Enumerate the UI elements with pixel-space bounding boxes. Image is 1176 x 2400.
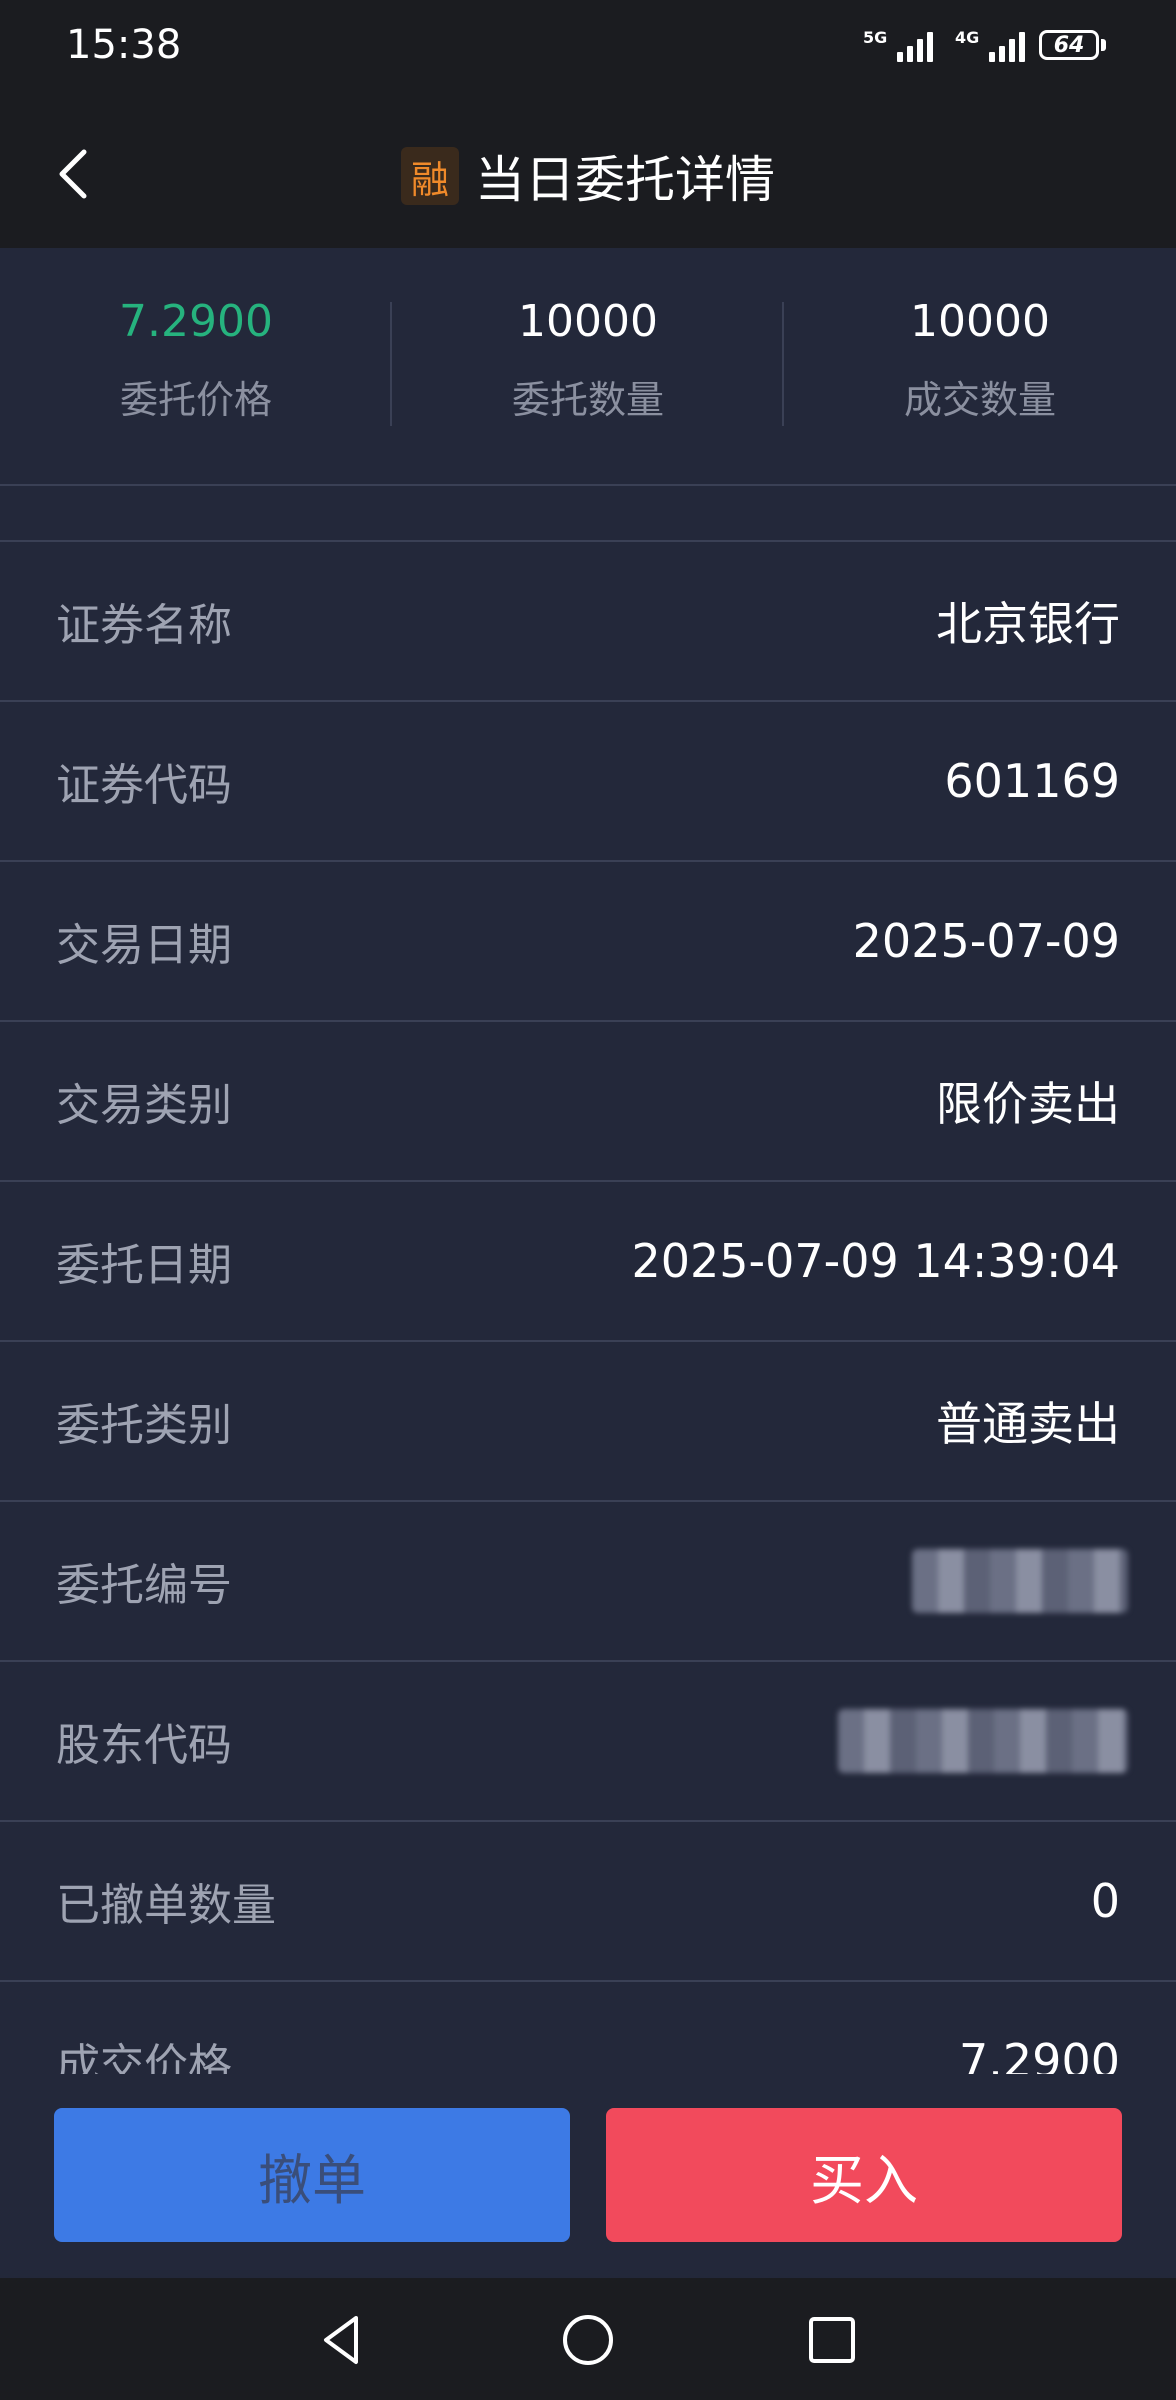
row-label: 委托编号 xyxy=(56,1560,232,1611)
summary-value: 7.2900 xyxy=(119,296,273,347)
row-label: 委托日期 xyxy=(56,1240,232,1291)
summary-value: 10000 xyxy=(518,296,658,347)
row-label: 股东代码 xyxy=(56,1720,232,1771)
order-summary: 7.2900 委托价格 10000 委托数量 10000 成交数量 xyxy=(0,248,1176,484)
row-label: 已撤单数量 xyxy=(56,1880,276,1931)
row-value: 601169 xyxy=(944,754,1120,808)
row-label: 证券名称 xyxy=(56,600,232,651)
row-value: 限价卖出 xyxy=(936,1077,1120,1131)
summary-value: 10000 xyxy=(910,296,1050,347)
status-bar: 15:38 5G 4G 64 xyxy=(0,0,1176,100)
detail-row-security-name: 证券名称 北京银行 xyxy=(0,542,1176,702)
signal-4g-icon: 4G xyxy=(955,28,1025,62)
summary-label: 委托数量 xyxy=(511,378,664,422)
system-nav-bar xyxy=(0,2278,1176,2400)
nav-recents-icon[interactable] xyxy=(802,2310,862,2370)
battery-tip xyxy=(1101,39,1106,51)
summary-order-price: 7.2900 委托价格 xyxy=(0,248,392,484)
detail-row-order-datetime: 委托日期 2025-07-09 14:39:04 xyxy=(0,1182,1176,1342)
net-type-label: 5G xyxy=(863,28,888,47)
summary-label: 委托价格 xyxy=(119,378,272,422)
nav-bar: 融 当日委托详情 xyxy=(0,100,1176,248)
status-indicators: 5G 4G 64 xyxy=(863,28,1106,62)
redacted-value xyxy=(838,1709,1128,1773)
signal-5g-icon: 5G xyxy=(863,28,933,62)
summary-filled-quantity: 10000 成交数量 xyxy=(784,248,1176,484)
row-value: 北京银行 xyxy=(936,597,1120,651)
detail-list: 证券名称 北京银行 证券代码 601169 交易日期 2025-07-09 交易… xyxy=(0,542,1176,2142)
nav-back-icon[interactable] xyxy=(312,2310,372,2370)
section-divider xyxy=(0,484,1176,486)
margin-badge: 融 xyxy=(401,147,459,205)
detail-row-order-type: 委托类别 普通卖出 xyxy=(0,1342,1176,1502)
row-value: 0 xyxy=(1090,1874,1120,1928)
row-value: 普通卖出 xyxy=(936,1397,1120,1451)
row-label: 交易类别 xyxy=(56,1080,232,1131)
detail-row-cancelled-quantity: 已撤单数量 0 xyxy=(0,1822,1176,1982)
net-type-label: 4G xyxy=(955,28,980,47)
row-label: 交易日期 xyxy=(56,920,232,971)
row-label: 委托类别 xyxy=(56,1400,232,1451)
action-bar: 撤单 买入 xyxy=(0,2074,1176,2278)
status-time: 15:38 xyxy=(66,22,182,68)
buy-button[interactable]: 买入 xyxy=(606,2108,1122,2242)
detail-row-shareholder-code: 股东代码 xyxy=(0,1662,1176,1822)
cancel-order-button[interactable]: 撤单 xyxy=(54,2108,570,2242)
title-wrap: 融 当日委托详情 xyxy=(0,140,1176,212)
detail-row-trade-date: 交易日期 2025-07-09 xyxy=(0,862,1176,1022)
page-title: 当日委托详情 xyxy=(475,151,775,209)
detail-row-security-code: 证券代码 601169 xyxy=(0,702,1176,862)
nav-home-icon[interactable] xyxy=(558,2310,618,2370)
row-label: 证券代码 xyxy=(56,760,232,811)
detail-row-order-number: 委托编号 xyxy=(0,1502,1176,1662)
detail-row-trade-type: 交易类别 限价卖出 xyxy=(0,1022,1176,1182)
summary-order-quantity: 10000 委托数量 xyxy=(392,248,784,484)
battery-icon: 64 xyxy=(1039,30,1099,60)
redacted-value xyxy=(912,1549,1128,1613)
row-value: 2025-07-09 xyxy=(852,914,1120,968)
row-value: 2025-07-09 14:39:04 xyxy=(631,1234,1120,1288)
summary-label: 成交数量 xyxy=(903,378,1056,422)
